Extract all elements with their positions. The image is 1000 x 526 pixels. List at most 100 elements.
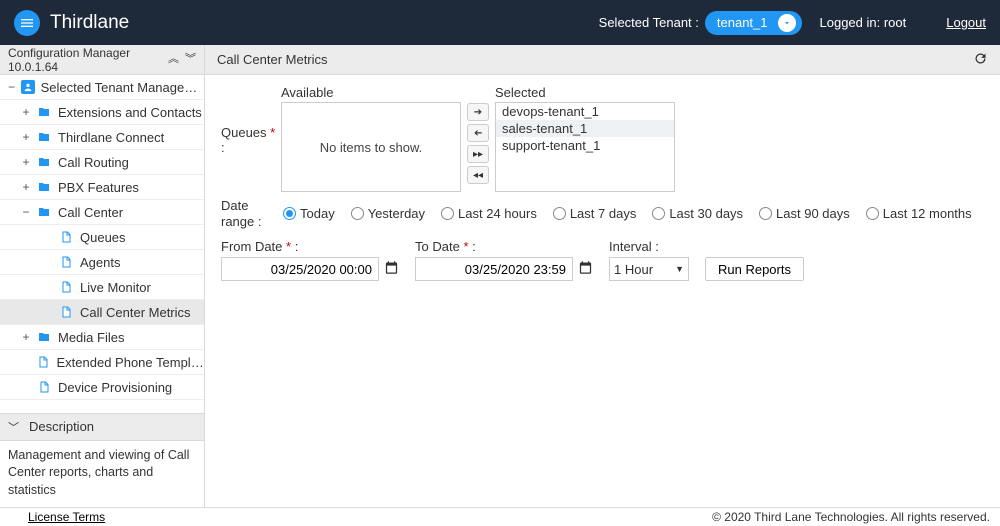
nav-item-label: PBX Features xyxy=(58,180,139,195)
interval-value: 1 Hour xyxy=(614,262,653,277)
nav-item-label: Device Provisioning xyxy=(58,380,172,395)
nav-item-label: Thirdlane Connect xyxy=(58,130,164,145)
nav-item-thirdlane-connect[interactable]: + Thirdlane Connect xyxy=(0,125,204,150)
selected-listbox[interactable]: devops-tenant_1sales-tenant_1support-ten… xyxy=(495,102,675,192)
selected-tenant-label: Selected Tenant : xyxy=(599,15,699,30)
calendar-icon[interactable] xyxy=(578,260,593,278)
expand-toggle[interactable]: + xyxy=(20,330,32,344)
tenant-selector[interactable]: tenant_1 xyxy=(705,11,802,35)
expand-toggle[interactable]: + xyxy=(20,180,32,194)
doc-icon xyxy=(58,255,74,269)
radio-label: Yesterday xyxy=(368,206,425,221)
queues-label: Queues * : xyxy=(221,85,281,155)
selected-queue-option[interactable]: sales-tenant_1 xyxy=(496,120,674,137)
radio-dot-icon xyxy=(351,207,364,220)
nav-item-call-routing[interactable]: +Call Routing xyxy=(0,150,204,175)
footer: License Terms © 2020 Third Lane Technolo… xyxy=(0,507,1000,526)
radio-dot-icon xyxy=(759,207,772,220)
move-left-button[interactable]: ➔ xyxy=(467,124,489,142)
radio-dot-icon xyxy=(283,207,296,220)
main-header: Call Center Metrics xyxy=(205,45,1000,75)
nav-item-label: Selected Tenant Management xyxy=(41,80,204,95)
date-range-label: Date range : xyxy=(221,198,269,229)
from-date-input[interactable] xyxy=(221,257,379,281)
nav-item-label: Extensions and Contacts xyxy=(58,105,202,120)
radio-label: Last 7 days xyxy=(570,206,637,221)
radio-label: Last 12 months xyxy=(883,206,972,221)
sidebar-title: Configuration Manager 10.0.1.64 xyxy=(8,46,168,74)
doc-icon xyxy=(36,380,52,394)
interval-label: Interval : xyxy=(609,239,689,254)
nav-item-call-center-metrics[interactable]: Call Center Metrics xyxy=(0,300,204,325)
copyright-text: © 2020 Third Lane Technologies. All righ… xyxy=(712,510,990,524)
folder-icon xyxy=(36,105,52,119)
expand-toggle[interactable]: − xyxy=(20,205,32,219)
expand-down-icon[interactable]: ︾ xyxy=(185,54,196,65)
available-header: Available xyxy=(281,85,461,100)
nav-tree: − Selected Tenant Management + Extensions a… xyxy=(0,75,204,413)
license-terms-link[interactable]: License Terms xyxy=(28,510,105,524)
from-date-label: From Date * : xyxy=(221,239,399,254)
nav-item-label: Extended Phone Templat... xyxy=(57,355,205,370)
nav-item-queues[interactable]: Queues xyxy=(0,225,204,250)
move-right-button[interactable]: ➔ xyxy=(467,103,489,121)
nav-item-pbx-features[interactable]: + PBX Features xyxy=(0,175,204,200)
chevron-down-icon: ﹀ xyxy=(8,419,19,435)
interval-select[interactable]: 1 Hour ▼ xyxy=(609,257,689,281)
description-title: Description xyxy=(29,419,94,434)
range-radio-today[interactable]: Today xyxy=(283,206,335,221)
doc-icon xyxy=(58,305,74,319)
move-all-right-button[interactable]: ▸▸ xyxy=(467,145,489,163)
nav-item-label: Call Center Metrics xyxy=(80,305,191,320)
nav-item-label: Queues xyxy=(80,230,126,245)
expand-toggle[interactable]: + xyxy=(20,130,32,144)
run-reports-button[interactable]: Run Reports xyxy=(705,257,804,281)
caret-down-icon: ▼ xyxy=(675,264,684,274)
nav-item-label: Call Center xyxy=(58,205,123,220)
doc-icon xyxy=(35,355,50,369)
chevron-down-icon xyxy=(778,14,796,32)
to-date-input[interactable] xyxy=(415,257,573,281)
sidebar: Configuration Manager 10.0.1.64 ︽ ︾ − Sel… xyxy=(0,45,205,507)
nav-item-selected-tenant-management[interactable]: − Selected Tenant Management xyxy=(0,75,204,100)
range-radio-last-30-days[interactable]: Last 30 days xyxy=(652,206,743,221)
calendar-icon[interactable] xyxy=(384,260,399,278)
expand-toggle[interactable]: + xyxy=(20,155,32,169)
folder-icon xyxy=(36,155,52,169)
collapse-up-icon[interactable]: ︽ xyxy=(168,54,179,65)
logged-in-user: Logged in: root xyxy=(820,15,907,30)
move-all-left-button[interactable]: ◂◂ xyxy=(467,166,489,184)
folder-icon xyxy=(36,180,52,194)
radio-dot-icon xyxy=(553,207,566,220)
range-radio-last-90-days[interactable]: Last 90 days xyxy=(759,206,850,221)
nav-item-agents[interactable]: Agents xyxy=(0,250,204,275)
nav-item-call-center[interactable]: − Call Center xyxy=(0,200,204,225)
nav-item-live-monitor[interactable]: Live Monitor xyxy=(0,275,204,300)
nav-item-extensions-and-contacts[interactable]: + Extensions and Contacts xyxy=(0,100,204,125)
range-radio-yesterday[interactable]: Yesterday xyxy=(351,206,425,221)
logout-link[interactable]: Logout xyxy=(946,15,986,30)
doc-icon xyxy=(58,280,74,294)
available-listbox[interactable]: No items to show. xyxy=(281,102,461,192)
radio-dot-icon xyxy=(866,207,879,220)
refresh-icon[interactable] xyxy=(973,51,988,69)
radio-label: Today xyxy=(300,206,335,221)
range-radio-last-7-days[interactable]: Last 7 days xyxy=(553,206,637,221)
description-header[interactable]: ﹀ Description xyxy=(0,413,204,441)
to-date-label: To Date * : xyxy=(415,239,593,254)
range-radio-last-12-months[interactable]: Last 12 months xyxy=(866,206,972,221)
nav-item-label: Agents xyxy=(80,255,120,270)
selected-queue-option[interactable]: support-tenant_1 xyxy=(496,137,674,154)
range-radio-last-24-hours[interactable]: Last 24 hours xyxy=(441,206,537,221)
nav-item-extended-phone-templat[interactable]: Extended Phone Templat... xyxy=(0,350,204,375)
user-icon xyxy=(21,80,34,94)
app-header: Thirdlane Selected Tenant : tenant_1 Log… xyxy=(0,0,1000,45)
selected-queue-option[interactable]: devops-tenant_1 xyxy=(496,103,674,120)
expand-toggle[interactable]: + xyxy=(20,105,32,119)
nav-item-device-provisioning[interactable]: Device Provisioning xyxy=(0,375,204,400)
nav-item-label: Live Monitor xyxy=(80,280,151,295)
expand-toggle[interactable]: − xyxy=(6,80,17,94)
nav-item-media-files[interactable]: +Media Files xyxy=(0,325,204,350)
available-empty-text: No items to show. xyxy=(282,103,460,191)
folder-icon xyxy=(36,205,52,219)
